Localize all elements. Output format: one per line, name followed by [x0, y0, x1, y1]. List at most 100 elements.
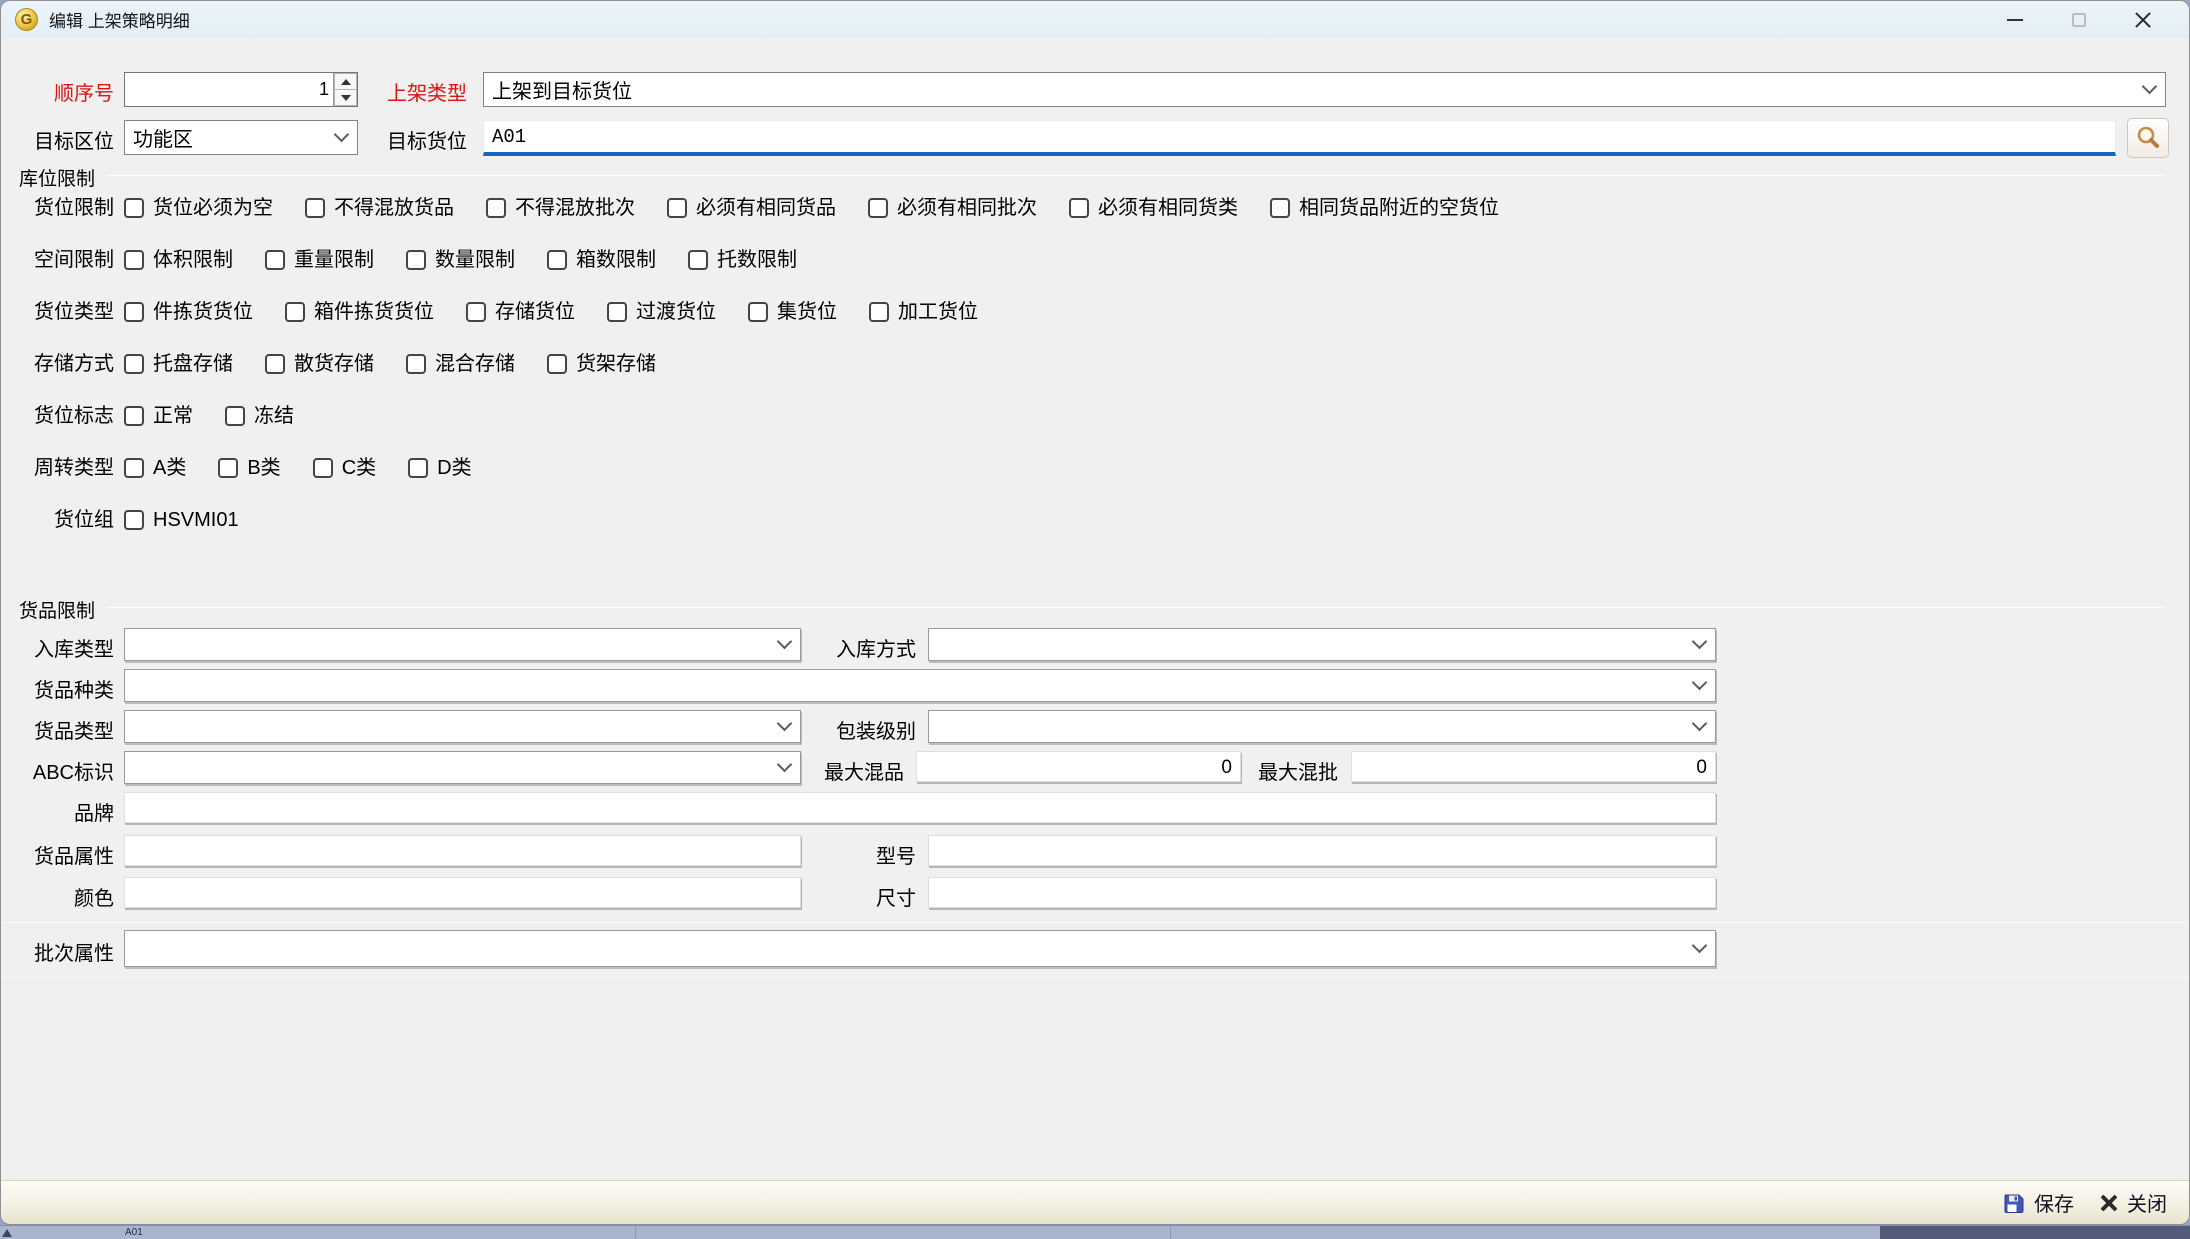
checkbox-option[interactable]: 件拣货货位	[124, 300, 253, 324]
sequence-number-value: 1	[125, 73, 333, 106]
chevron-down-icon	[1692, 674, 1708, 690]
checkbox-row-options: 件拣货货位 箱件拣货货位 存储货位 过渡货位 集货位 加工货位	[124, 300, 978, 324]
checkbox[interactable]	[869, 302, 889, 322]
checkbox[interactable]	[124, 406, 144, 426]
checkbox-option[interactable]: 不得混放批次	[486, 196, 635, 220]
max-mix-batch-input[interactable]: 0	[1351, 751, 1716, 782]
package-level-select[interactable]	[928, 710, 1716, 743]
checkbox-option[interactable]: 相同货品附近的空货位	[1270, 196, 1499, 220]
checkbox[interactable]	[408, 458, 428, 478]
checkbox-option[interactable]: 散货存储	[265, 352, 374, 376]
checkbox-option[interactable]: 过渡货位	[607, 300, 716, 324]
checkbox-option[interactable]: 必须有相同货品	[667, 196, 836, 220]
checkbox-option[interactable]: 体积限制	[124, 248, 233, 272]
checkbox[interactable]	[406, 250, 426, 270]
size-input[interactable]	[928, 877, 1716, 908]
checkbox-option[interactable]: A类	[124, 456, 186, 480]
checkbox-option[interactable]: 托数限制	[688, 248, 797, 272]
checkbox-option[interactable]: 必须有相同批次	[868, 196, 1037, 220]
checkbox-row-label: 货位限制	[19, 196, 114, 220]
location-search-button[interactable]	[2127, 118, 2169, 158]
inbound-mode-select[interactable]	[928, 628, 1716, 661]
checkbox[interactable]	[547, 354, 567, 374]
checkbox-row: 货位类型 件拣货货位箱件拣货货位存储货位过渡货位集货位加工货位	[1, 300, 2189, 324]
abc-flag-select[interactable]	[124, 751, 801, 784]
checkbox[interactable]	[868, 198, 888, 218]
search-icon	[2135, 125, 2161, 151]
package-level-label: 包装级别	[813, 715, 916, 744]
save-button[interactable]: 保存	[2003, 1188, 2074, 1217]
checkbox-label: 件拣货货位	[153, 300, 253, 324]
goods-kind-select[interactable]	[124, 669, 1716, 702]
checkbox-option[interactable]: 货位必须为空	[124, 196, 273, 220]
checkbox[interactable]	[225, 406, 245, 426]
checkbox-option[interactable]: 混合存储	[406, 352, 515, 376]
checkbox[interactable]	[124, 198, 144, 218]
checkbox[interactable]	[486, 198, 506, 218]
checkbox-option[interactable]: 箱件拣货货位	[285, 300, 434, 324]
target-zone-select[interactable]: 功能区	[124, 120, 358, 155]
checkbox-option[interactable]: B类	[218, 456, 280, 480]
checkbox-option[interactable]: 存储货位	[466, 300, 575, 324]
color-input[interactable]	[124, 877, 801, 908]
sequence-number-spinner[interactable]: 1	[124, 72, 358, 107]
checkbox-option[interactable]: 托盘存储	[124, 352, 233, 376]
brand-input[interactable]	[124, 792, 1716, 823]
checkbox-option[interactable]: 加工货位	[869, 300, 978, 324]
checkbox[interactable]	[667, 198, 687, 218]
grid-divider	[1170, 1226, 1171, 1239]
checkbox-option[interactable]: D类	[408, 456, 471, 480]
checkbox[interactable]	[406, 354, 426, 374]
checkbox-option[interactable]: 不得混放货品	[305, 196, 454, 220]
close-button[interactable]	[2111, 1, 2175, 38]
checkbox-option[interactable]: 重量限制	[265, 248, 374, 272]
goods-limits-group-label: 货品限制	[19, 596, 103, 623]
max-mix-goods-input[interactable]: 0	[916, 751, 1241, 782]
checkbox-option[interactable]: 箱数限制	[547, 248, 656, 272]
inbound-type-select[interactable]	[124, 628, 801, 661]
checkbox-row-options: A类 B类 C类 D类	[124, 456, 472, 480]
checkbox[interactable]	[748, 302, 768, 322]
checkbox[interactable]	[124, 510, 144, 530]
checkbox[interactable]	[466, 302, 486, 322]
checkbox-option[interactable]: 冻结	[225, 404, 294, 428]
goods-attr-input[interactable]	[124, 835, 801, 866]
checkbox-option[interactable]: 集货位	[748, 300, 837, 324]
checkbox-option[interactable]: 正常	[124, 404, 193, 428]
close-button-label: 关闭	[2127, 1188, 2167, 1217]
checkbox[interactable]	[688, 250, 708, 270]
checkbox[interactable]	[218, 458, 238, 478]
checkbox[interactable]	[265, 354, 285, 374]
checkbox[interactable]	[124, 250, 144, 270]
checkbox[interactable]	[1270, 198, 1290, 218]
close-dialog-button[interactable]: 关闭	[2100, 1188, 2167, 1217]
checkbox-row: 货位限制 货位必须为空 不得混放货品 不得混放批次 必须有相同货品 必须有相同批次 必须有…	[1, 196, 2189, 220]
maximize-button[interactable]	[2047, 1, 2111, 38]
goods-type-select[interactable]	[124, 710, 801, 743]
checkbox-option[interactable]: 必须有相同货类	[1069, 196, 1238, 220]
checkbox[interactable]	[124, 302, 144, 322]
checkbox[interactable]	[313, 458, 333, 478]
spin-down-button[interactable]	[334, 90, 357, 106]
checkbox-label: 货架存储	[576, 352, 656, 376]
minimize-button[interactable]	[1983, 1, 2047, 38]
checkbox[interactable]	[124, 458, 144, 478]
checkbox[interactable]	[1069, 198, 1089, 218]
checkbox[interactable]	[285, 302, 305, 322]
checkbox[interactable]	[607, 302, 627, 322]
checkbox[interactable]	[265, 250, 285, 270]
checkbox[interactable]	[124, 354, 144, 374]
batch-attr-select[interactable]	[124, 930, 1716, 967]
checkbox-option[interactable]: C类	[313, 456, 376, 480]
model-input[interactable]	[928, 835, 1716, 866]
shelf-type-select[interactable]: 上架到目标货位	[483, 72, 2166, 107]
checkbox-row: 空间限制 体积限制重量限制数量限制箱数限制托数限制	[1, 248, 2189, 272]
target-location-input[interactable]: A01	[483, 120, 2116, 156]
checkbox-option[interactable]: 数量限制	[406, 248, 515, 272]
checkbox[interactable]	[305, 198, 325, 218]
checkbox-option[interactable]: HSVMI01	[124, 508, 239, 532]
checkbox-option[interactable]: 货架存储	[547, 352, 656, 376]
checkbox[interactable]	[547, 250, 567, 270]
checkbox-label: 必须有相同货类	[1098, 196, 1238, 220]
spin-up-button[interactable]	[334, 73, 357, 90]
